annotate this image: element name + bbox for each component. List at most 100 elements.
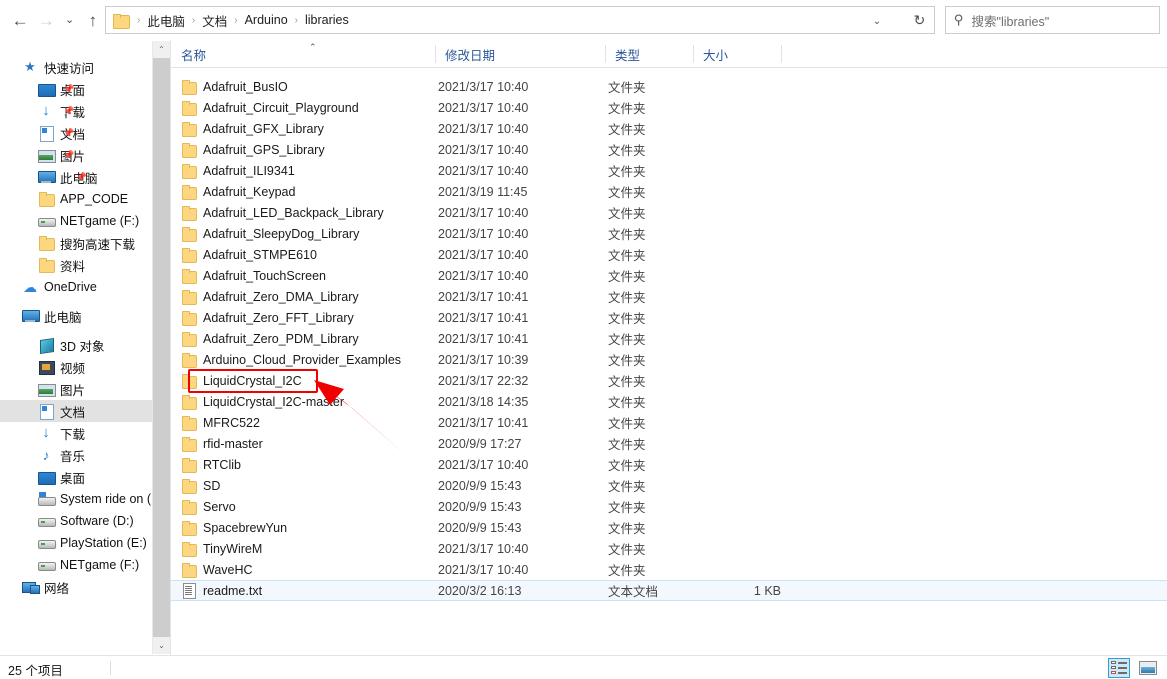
sidebar-item-13[interactable]: 视频 bbox=[0, 356, 85, 378]
table-row[interactable]: Adafruit_Zero_FFT_Library 2021/3/17 10:41… bbox=[171, 307, 1167, 328]
sidebar-item-20[interactable]: Software (D:) bbox=[0, 510, 134, 532]
table-row[interactable]: Arduino_Cloud_Provider_Examples 2021/3/17… bbox=[171, 349, 1167, 370]
pin-icon[interactable]: 📌 bbox=[76, 172, 87, 182]
drive-icon bbox=[38, 213, 56, 229]
sidebar-item-16[interactable]: ↓ 下载 bbox=[0, 422, 85, 444]
large-icons-view-button[interactable] bbox=[1137, 658, 1159, 678]
table-row[interactable]: Adafruit_LED_Backpack_Library 2021/3/17 1… bbox=[171, 202, 1167, 223]
table-row[interactable]: WaveHC 2021/3/17 10:40 文件夹 bbox=[171, 559, 1167, 580]
table-row[interactable]: Adafruit_Zero_PDM_Library 2021/3/17 10:41… bbox=[171, 328, 1167, 349]
recent-locations-button[interactable]: ⌄ bbox=[60, 7, 79, 33]
table-row[interactable]: Adafruit_TouchScreen 2021/3/17 10:40 文件夹 bbox=[171, 265, 1167, 286]
table-row[interactable]: Adafruit_SleepyDog_Library 2021/3/17 10:4… bbox=[171, 223, 1167, 244]
cell-name: Adafruit_Zero_DMA_Library bbox=[181, 289, 359, 305]
sidebar-item-21[interactable]: PlayStation (E:) bbox=[0, 532, 147, 554]
table-row[interactable]: Adafruit_Keypad 2021/3/19 11:45 文件夹 bbox=[171, 181, 1167, 202]
sidebar-item-22[interactable]: NETgame (F:) bbox=[0, 554, 139, 576]
pin-icon[interactable]: 📌 bbox=[63, 150, 74, 160]
sidebar-item-9[interactable]: 资料 bbox=[0, 254, 85, 276]
cell-name: Adafruit_LED_Backpack_Library bbox=[181, 205, 384, 221]
sidebar-item-15[interactable]: 文档 bbox=[0, 400, 152, 422]
sidebar-item-5[interactable]: 此电脑 📌 bbox=[0, 166, 98, 188]
sidebar-item-17[interactable]: ♪ 音乐 bbox=[0, 444, 86, 466]
breadcrumb-item-3[interactable]: libraries bbox=[302, 13, 352, 27]
table-row[interactable]: RTClib 2021/3/17 10:40 文件夹 bbox=[171, 454, 1167, 475]
sidebar-item-19[interactable]: System ride on ( bbox=[0, 488, 151, 510]
cell-name: Servo bbox=[181, 499, 236, 515]
sidebar-item-6[interactable]: APP_CODE bbox=[0, 188, 128, 210]
breadcrumb-item-1[interactable]: 文档 bbox=[199, 11, 230, 30]
sidebar-item-1[interactable]: 桌面 📌 bbox=[0, 78, 85, 100]
sidebar-item-label: 桌面 bbox=[60, 471, 86, 486]
refresh-button[interactable]: ↻ bbox=[905, 6, 935, 34]
table-row[interactable]: SD 2020/9/9 15:43 文件夹 bbox=[171, 475, 1167, 496]
scroll-up-button[interactable]: ⌃ bbox=[153, 41, 170, 58]
column-header-size[interactable]: 大小 bbox=[693, 40, 781, 68]
table-row[interactable]: Adafruit_Circuit_Playground 2021/3/17 10:… bbox=[171, 97, 1167, 118]
table-row[interactable]: Adafruit_GPS_Library 2021/3/17 10:40 文件夹 bbox=[171, 139, 1167, 160]
sidebar-item-11[interactable]: 此电脑 bbox=[0, 305, 82, 327]
sidebar-item-7[interactable]: NETgame (F:) bbox=[0, 210, 139, 232]
table-row[interactable]: rfid-master 2020/9/9 17:27 文件夹 bbox=[171, 433, 1167, 454]
sidebar-item-label: Software (D:) bbox=[60, 514, 134, 528]
back-button[interactable]: ← bbox=[8, 7, 32, 33]
table-row[interactable]: LiquidCrystal_I2C-master 2021/3/18 14:35 文… bbox=[171, 391, 1167, 412]
address-bar[interactable]: › 此电脑 › 文档 › Arduino › libraries ⌄ bbox=[105, 6, 925, 34]
pin-icon[interactable]: 📌 bbox=[63, 128, 74, 138]
table-row[interactable]: MFRC522 2021/3/17 10:41 文件夹 bbox=[171, 412, 1167, 433]
table-row[interactable]: readme.txt 2020/3/2 16:13 文本文档 1 KB bbox=[171, 580, 1167, 601]
table-row[interactable]: Servo 2020/9/9 15:43 文件夹 bbox=[171, 496, 1167, 517]
table-row[interactable]: TinyWireM 2021/3/17 10:40 文件夹 bbox=[171, 538, 1167, 559]
document-icon bbox=[38, 125, 54, 142]
table-row[interactable]: Adafruit_ILI9341 2021/3/17 10:40 文件夹 bbox=[171, 160, 1167, 181]
cell-type: 文件夹 bbox=[608, 207, 646, 221]
table-row[interactable]: Adafruit_GFX_Library 2021/3/17 10:40 文件夹 bbox=[171, 118, 1167, 139]
cell-type: 文件夹 bbox=[608, 459, 646, 473]
chevron-down-icon[interactable]: ⌄ bbox=[863, 8, 891, 34]
table-row[interactable]: Adafruit_BusIO 2021/3/17 10:40 文件夹 bbox=[171, 76, 1167, 97]
cell-name: rfid-master bbox=[181, 436, 263, 452]
sidebar-item-0[interactable]: ★ 快速访问 bbox=[0, 56, 94, 78]
scroll-down-button[interactable]: ⌄ bbox=[153, 637, 170, 654]
search-input[interactable]: 搜索"libraries" bbox=[972, 11, 1050, 30]
breadcrumb-item-0[interactable]: 此电脑 bbox=[144, 11, 188, 30]
desktop-icon bbox=[38, 469, 56, 485]
sidebar-item-2[interactable]: ↓ 下载 📌 bbox=[0, 100, 85, 122]
folder-icon bbox=[181, 436, 197, 452]
table-row[interactable]: Adafruit_Zero_DMA_Library 2021/3/17 10:41… bbox=[171, 286, 1167, 307]
table-row[interactable]: Adafruit_STMPE610 2021/3/17 10:40 文件夹 bbox=[171, 244, 1167, 265]
folder-icon bbox=[181, 121, 197, 137]
table-row[interactable]: SpacebrewYun 2020/9/9 15:43 文件夹 bbox=[171, 517, 1167, 538]
sidebar-item-12[interactable]: 3D 对象 bbox=[0, 334, 104, 356]
file-name-label: Adafruit_TouchScreen bbox=[203, 268, 326, 283]
breadcrumb-separator: › bbox=[191, 14, 196, 26]
pin-icon[interactable]: 📌 bbox=[63, 106, 74, 116]
cell-name: Adafruit_GFX_Library bbox=[181, 121, 324, 137]
up-button[interactable]: ↑ bbox=[81, 7, 105, 33]
column-header-date[interactable]: 修改日期 bbox=[435, 40, 605, 68]
cell-date: 2021/3/17 10:40 bbox=[438, 247, 529, 262]
sidebar-scrollbar[interactable]: ⌃ ⌄ bbox=[152, 41, 170, 654]
search-box[interactable]: ⚲ 搜索"libraries" bbox=[945, 6, 1160, 34]
large-icons-view-icon bbox=[1139, 661, 1157, 675]
breadcrumb-item-2[interactable]: Arduino bbox=[242, 13, 291, 27]
navigation-pane[interactable]: ★ 快速访问 桌面 📌 ↓ 下载 📌 文档 📌 图片 📌 此电脑 📌 APP_CODE NETgame (F… bbox=[0, 40, 152, 655]
text-file-icon bbox=[181, 583, 196, 599]
column-divider[interactable] bbox=[781, 45, 782, 63]
sidebar-item-10[interactable]: ☁ OneDrive bbox=[0, 276, 97, 298]
cell-type: 文件夹 bbox=[608, 543, 646, 557]
file-name-label: Adafruit_Circuit_Playground bbox=[203, 100, 359, 115]
sidebar-item-3[interactable]: 文档 📌 bbox=[0, 122, 85, 144]
sidebar-item-23[interactable]: 网络 bbox=[0, 576, 69, 598]
sidebar-item-18[interactable]: 桌面 bbox=[0, 466, 85, 488]
desktop-icon bbox=[38, 81, 56, 97]
column-header-type[interactable]: 类型 bbox=[605, 40, 693, 68]
pin-icon[interactable]: 📌 bbox=[63, 84, 74, 94]
scrollbar-thumb[interactable] bbox=[153, 58, 170, 637]
details-view-button[interactable] bbox=[1108, 658, 1130, 678]
table-row[interactable]: LiquidCrystal_I2C 2021/3/17 22:32 文件夹 bbox=[171, 370, 1167, 391]
sidebar-item-4[interactable]: 图片 📌 bbox=[0, 144, 85, 166]
sidebar-item-8[interactable]: 搜狗高速下载 bbox=[0, 232, 135, 254]
column-header-name[interactable]: 名称 bbox=[171, 40, 435, 68]
sidebar-item-14[interactable]: 图片 bbox=[0, 378, 85, 400]
